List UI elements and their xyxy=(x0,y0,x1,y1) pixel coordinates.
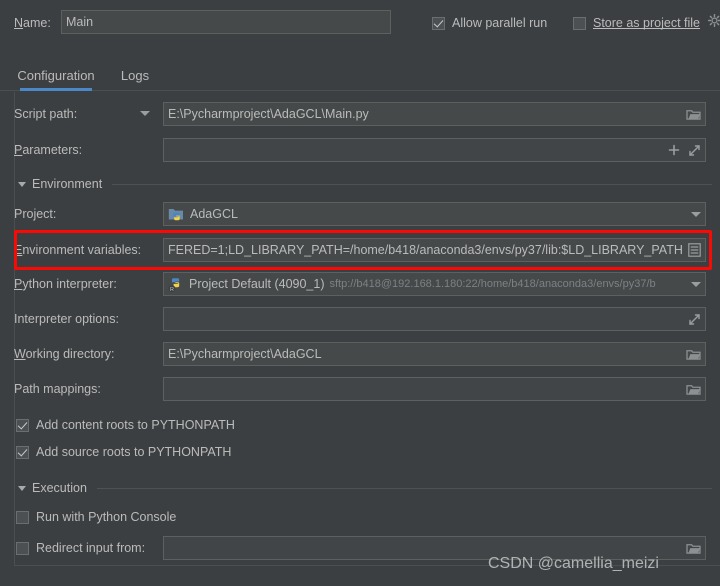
environment-variables-input[interactable]: FERED=1;LD_LIBRARY_PATH=/home/b418/anaco… xyxy=(163,238,706,262)
redirect-input-from-label: Redirect input from: xyxy=(36,541,146,555)
python-remote-interpreter-icon: R xyxy=(168,277,183,292)
path-mappings-input[interactable] xyxy=(163,377,706,401)
gear-icon[interactable] xyxy=(708,14,720,27)
project-value: AdaGCL xyxy=(190,207,238,221)
python-interpreter-label: Python interpreter: xyxy=(14,277,117,291)
csdn-watermark: CSDN @camellia_meizi xyxy=(488,555,659,572)
plus-icon[interactable] xyxy=(668,144,680,156)
tab-logs[interactable]: Logs xyxy=(112,60,158,90)
folder-icon[interactable] xyxy=(686,108,701,121)
add-content-roots-label: Add content roots to PYTHONPATH xyxy=(36,418,235,432)
path-mappings-label: Path mappings: xyxy=(14,382,101,396)
python-interpreter-path: sftp://b418@192.168.1.180:22/home/b418/a… xyxy=(329,278,656,290)
environment-variables-value: FERED=1;LD_LIBRARY_PATH=/home/b418/anaco… xyxy=(168,243,683,257)
add-source-roots-checkbox-box[interactable] xyxy=(16,445,29,459)
triangle-down-icon[interactable] xyxy=(18,485,26,491)
svg-text:R: R xyxy=(170,287,174,292)
script-path-mode-chevron-down-icon[interactable] xyxy=(140,111,150,116)
store-as-project-file-checkbox[interactable]: Store as project file xyxy=(573,16,700,30)
environment-section-title: Environment xyxy=(32,177,103,191)
environment-section-header[interactable]: Environment xyxy=(18,177,712,191)
name-input[interactable]: Main xyxy=(61,10,391,34)
allow-parallel-run-checkbox-box[interactable] xyxy=(432,16,445,30)
working-directory-value: E:\Pycharmproject\AdaGCL xyxy=(168,347,322,361)
parameters-input[interactable] xyxy=(163,138,706,162)
environment-variables-label: Environment variables: xyxy=(14,243,142,257)
expand-icon[interactable] xyxy=(688,144,701,157)
allow-parallel-run-label: Allow parallel run xyxy=(452,16,548,30)
python-project-folder-icon xyxy=(168,207,184,221)
chevron-down-icon[interactable] xyxy=(691,211,701,217)
project-label: Project: xyxy=(14,207,57,221)
script-path-value: E:\Pycharmproject\AdaGCL\Main.py xyxy=(168,107,369,121)
tab-bar: Configuration Logs xyxy=(0,60,720,92)
folder-icon[interactable] xyxy=(686,542,701,555)
run-with-python-console-checkbox-box[interactable] xyxy=(16,510,29,524)
tab-configuration[interactable]: Configuration xyxy=(10,60,102,91)
redirect-input-from-checkbox-box[interactable] xyxy=(16,541,29,555)
add-source-roots-label: Add source roots to PYTHONPATH xyxy=(36,445,232,459)
add-content-roots-checkbox-box[interactable] xyxy=(16,418,29,432)
expand-icon[interactable] xyxy=(688,313,701,326)
name-label: Name: xyxy=(14,16,51,30)
environment-section-rule xyxy=(112,183,712,185)
execution-section-rule xyxy=(96,487,712,489)
python-interpreter-value: Project Default (4090_1) xyxy=(189,277,325,291)
triangle-down-icon[interactable] xyxy=(18,181,26,187)
interpreter-options-input[interactable] xyxy=(163,307,706,331)
script-path-input[interactable]: E:\Pycharmproject\AdaGCL\Main.py xyxy=(163,102,706,126)
tab-logs-label: Logs xyxy=(120,67,150,83)
interpreter-options-label: Interpreter options: xyxy=(14,312,119,326)
working-directory-label: Working directory: xyxy=(14,347,115,361)
project-combobox[interactable]: AdaGCL xyxy=(163,202,706,226)
chevron-down-icon[interactable] xyxy=(691,281,701,287)
store-as-project-file-checkbox-box[interactable] xyxy=(573,16,586,30)
script-path-label: Script path: xyxy=(14,107,78,121)
execution-section-header[interactable]: Execution xyxy=(18,481,712,495)
name-input-value: Main xyxy=(66,15,94,29)
folder-icon[interactable] xyxy=(686,348,701,361)
add-content-roots-checkbox[interactable]: Add content roots to PYTHONPATH xyxy=(16,418,235,432)
add-source-roots-checkbox[interactable]: Add source roots to PYTHONPATH xyxy=(16,445,231,459)
redirect-input-from-checkbox[interactable]: Redirect input from: xyxy=(16,541,145,555)
run-with-python-console-label: Run with Python Console xyxy=(36,510,177,524)
store-as-project-file-label: Store as project file xyxy=(593,16,700,30)
tab-configuration-label: Configuration xyxy=(17,67,95,83)
folder-icon[interactable] xyxy=(686,383,701,396)
tab-active-underline xyxy=(20,88,92,91)
python-interpreter-combobox[interactable]: R Project Default (4090_1) sftp://b418@1… xyxy=(163,272,706,296)
allow-parallel-run-checkbox[interactable]: Allow parallel run xyxy=(432,16,547,30)
run-with-python-console-checkbox[interactable]: Run with Python Console xyxy=(16,510,176,524)
parameters-label: Parameters: xyxy=(14,143,83,157)
list-edit-icon[interactable] xyxy=(688,243,701,257)
working-directory-input[interactable]: E:\Pycharmproject\AdaGCL xyxy=(163,342,706,366)
execution-section-title: Execution xyxy=(32,481,87,495)
